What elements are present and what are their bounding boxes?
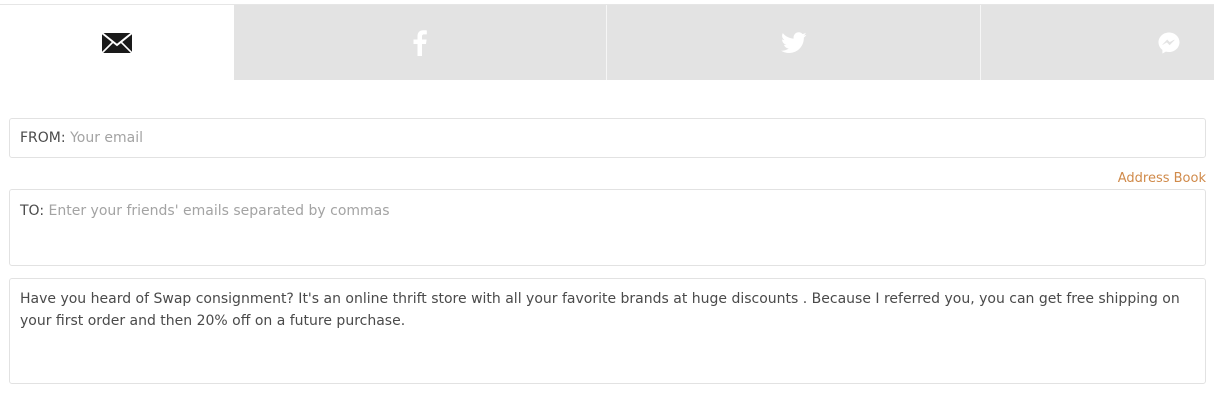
message-field[interactable]: Have you heard of Swap consignment? It's… bbox=[9, 278, 1206, 384]
to-label: TO: bbox=[20, 203, 45, 219]
tab-messenger[interactable] bbox=[981, 5, 1214, 80]
from-label: FROM: bbox=[20, 130, 66, 146]
facebook-icon bbox=[413, 29, 427, 56]
share-panel: FROM: Your email Address Book TO: Enter … bbox=[0, 0, 1214, 400]
to-placeholder: Enter your friends' emails separated by … bbox=[48, 203, 390, 219]
twitter-icon bbox=[780, 31, 807, 54]
from-field[interactable]: FROM: Your email bbox=[9, 118, 1206, 158]
tab-twitter[interactable] bbox=[607, 5, 981, 80]
address-book-link[interactable]: Address Book bbox=[1118, 171, 1206, 186]
messenger-icon bbox=[1157, 31, 1181, 55]
message-text: Have you heard of Swap consignment? It's… bbox=[20, 291, 1180, 329]
tab-facebook[interactable] bbox=[234, 5, 607, 80]
envelope-icon bbox=[101, 31, 133, 54]
tab-email[interactable] bbox=[0, 5, 234, 80]
from-placeholder: Your email bbox=[70, 130, 144, 146]
share-tabs bbox=[0, 5, 1214, 80]
to-field[interactable]: TO: Enter your friends' emails separated… bbox=[9, 189, 1206, 266]
